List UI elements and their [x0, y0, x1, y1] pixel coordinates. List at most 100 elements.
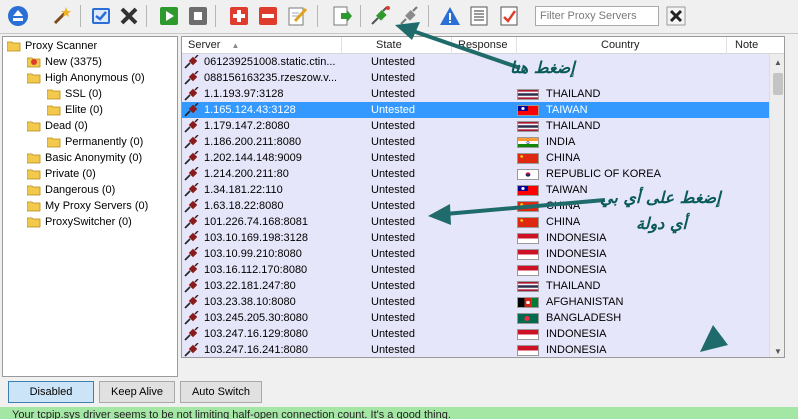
cell-state: Untested [371, 328, 416, 340]
tree-node-high-anonymous[interactable]: High Anonymous (0) [27, 70, 145, 86]
stop-icon [189, 7, 207, 25]
cell-state: Untested [371, 72, 416, 84]
column-header-server[interactable]: Server ▲ [182, 37, 342, 54]
table-row[interactable]: 061239251008.static.ctin... Untested [182, 54, 769, 70]
cell-state: Untested [371, 104, 416, 116]
table-row[interactable]: 1.186.200.211:8080 Untested INDIA [182, 134, 769, 150]
tree-node-label: Proxy Scanner [25, 40, 98, 52]
tree-node-proxy-scanner[interactable]: Proxy Scanner [7, 38, 97, 54]
cell-server: 1.179.147.2:8080 [204, 120, 290, 132]
clear-filter-button[interactable] [664, 4, 688, 28]
table-row[interactable]: 1.202.144.148:9009 Untested CHINA [182, 150, 769, 166]
tree-node-label: Basic Anonymity (0) [45, 152, 143, 164]
start-button[interactable] [157, 4, 181, 28]
table-row[interactable]: 1.179.147.2:8080 Untested THAILAND [182, 118, 769, 134]
folder-icon [27, 121, 41, 131]
report-button[interactable] [497, 4, 521, 28]
tree-node-private[interactable]: Private (0) [27, 166, 96, 182]
table-row[interactable]: 1.1.193.97:3128 Untested THAILAND [182, 86, 769, 102]
toolbar-separator [428, 5, 429, 27]
cell-server: 103.245.205.30:8080 [204, 312, 308, 324]
proxy-plug-icon [184, 295, 199, 309]
stop-button[interactable] [186, 4, 210, 28]
table-row[interactable]: 103.22.181.247:80 Untested THAILAND [182, 278, 769, 294]
table-row[interactable]: 103.23.38.10:8080 Untested AFGHANISTAN [182, 294, 769, 310]
remove-button[interactable] [256, 4, 280, 28]
tree-node-ssl[interactable]: SSL (0) [47, 86, 102, 102]
proxy-plug-icon [184, 215, 199, 229]
scrollbar-thumb[interactable] [773, 73, 783, 95]
delete-button[interactable] [117, 4, 141, 28]
cell-country: CHINA [546, 152, 581, 164]
proxy-plug-icon [184, 199, 199, 213]
scroll-down-icon[interactable]: ▼ [770, 343, 784, 357]
flag-id-icon [517, 265, 539, 276]
cell-state: Untested [371, 344, 416, 356]
edit-button[interactable] [286, 4, 310, 28]
connect-button[interactable] [368, 4, 392, 28]
flag-tw-icon [517, 105, 539, 116]
auto-switch-button[interactable]: Auto Switch [180, 381, 262, 403]
cell-server: 103.247.16.241:8080 [204, 344, 308, 356]
proxy-plug-icon [184, 103, 199, 117]
tree-node-proxyswitcher[interactable]: ProxySwitcher (0) [27, 214, 132, 230]
column-header-response[interactable]: Response [452, 37, 517, 54]
warning-button[interactable] [438, 4, 462, 28]
tree-node-new[interactable]: New (3375) [27, 54, 102, 70]
vertical-scrollbar[interactable]: ▲ ▼ [769, 54, 784, 357]
status-message: Your tcpip.sys driver seems to be not li… [12, 409, 451, 419]
column-header-state[interactable]: State [342, 37, 452, 54]
list-button[interactable] [467, 4, 491, 28]
tree-node-elite[interactable]: Elite (0) [47, 102, 103, 118]
column-header-label: Server [188, 39, 221, 51]
cell-country: REPUBLIC OF KOREA [546, 168, 661, 180]
column-header-country[interactable]: Country [517, 37, 727, 54]
table-row[interactable]: 103.247.16.241:8080 Untested INDONESIA [182, 342, 769, 357]
table-row[interactable]: 1.214.200.211:80 Untested REPUBLIC OF KORE… [182, 166, 769, 182]
cell-state: Untested [371, 296, 416, 308]
cell-server: 1.202.144.148:9009 [204, 152, 302, 164]
cell-server: 103.22.181.247:80 [204, 280, 296, 292]
tree-node-basic-anonymity[interactable]: Basic Anonymity (0) [27, 150, 142, 166]
check-button[interactable] [89, 4, 113, 28]
open-folder-icon [7, 41, 21, 51]
column-header-note[interactable]: Note [727, 37, 784, 54]
tree-node-label: Dead (0) [45, 120, 88, 132]
cell-state: Untested [371, 168, 416, 180]
table-row[interactable]: 103.247.16.129:8080 Untested INDONESIA [182, 326, 769, 342]
cell-state: Untested [371, 56, 416, 68]
proxy-plug-icon [184, 263, 199, 277]
tree-node-dangerous[interactable]: Dangerous (0) [27, 182, 115, 198]
cell-server: 061239251008.static.ctin... [204, 56, 336, 68]
table-row[interactable]: 1.165.124.43:3128 Untested TAIWAN [182, 102, 769, 118]
add-button[interactable] [227, 4, 251, 28]
tree-node-label: Dangerous (0) [45, 184, 116, 196]
disconnect-button[interactable] [397, 4, 421, 28]
eject-button[interactable] [6, 4, 30, 28]
export-button[interactable] [330, 4, 354, 28]
keep-alive-button[interactable]: Keep Alive [99, 381, 175, 403]
annotation-click-country-line-1: إضغط على أي بي [600, 188, 721, 207]
table-row[interactable]: 103.245.205.30:8080 Untested BANGLADESH [182, 310, 769, 326]
wizard-button[interactable] [50, 4, 74, 28]
export-icon [333, 6, 352, 26]
proxy-plug-icon [184, 151, 199, 165]
cell-server: 103.247.16.129:8080 [204, 328, 308, 340]
tree-node-permanently[interactable]: Permanently (0) [47, 134, 143, 150]
tree-node-my-proxy-servers[interactable]: My Proxy Servers (0) [27, 198, 148, 214]
folder-icon [27, 217, 41, 227]
tree-node-dead[interactable]: Dead (0) [27, 118, 88, 134]
scroll-up-icon[interactable]: ▲ [770, 54, 784, 70]
proxy-plug-icon [184, 135, 199, 149]
report-icon [500, 6, 518, 26]
table-row[interactable]: 103.10.99.210:8080 Untested INDONESIA [182, 246, 769, 262]
cell-country: THAILAND [546, 120, 601, 132]
cell-server: 1.165.124.43:3128 [204, 104, 296, 116]
toolbar-separator [80, 5, 81, 27]
cell-server: 1.1.193.97:3128 [204, 88, 284, 100]
table-row[interactable]: 088156163235.rzeszow.v... Untested [182, 70, 769, 86]
table-row[interactable]: 103.16.112.170:8080 Untested INDONESIA [182, 262, 769, 278]
filter-proxy-servers-input[interactable] [535, 6, 659, 26]
flag-cn-icon [517, 201, 539, 212]
disabled-button[interactable]: Disabled [8, 381, 94, 403]
